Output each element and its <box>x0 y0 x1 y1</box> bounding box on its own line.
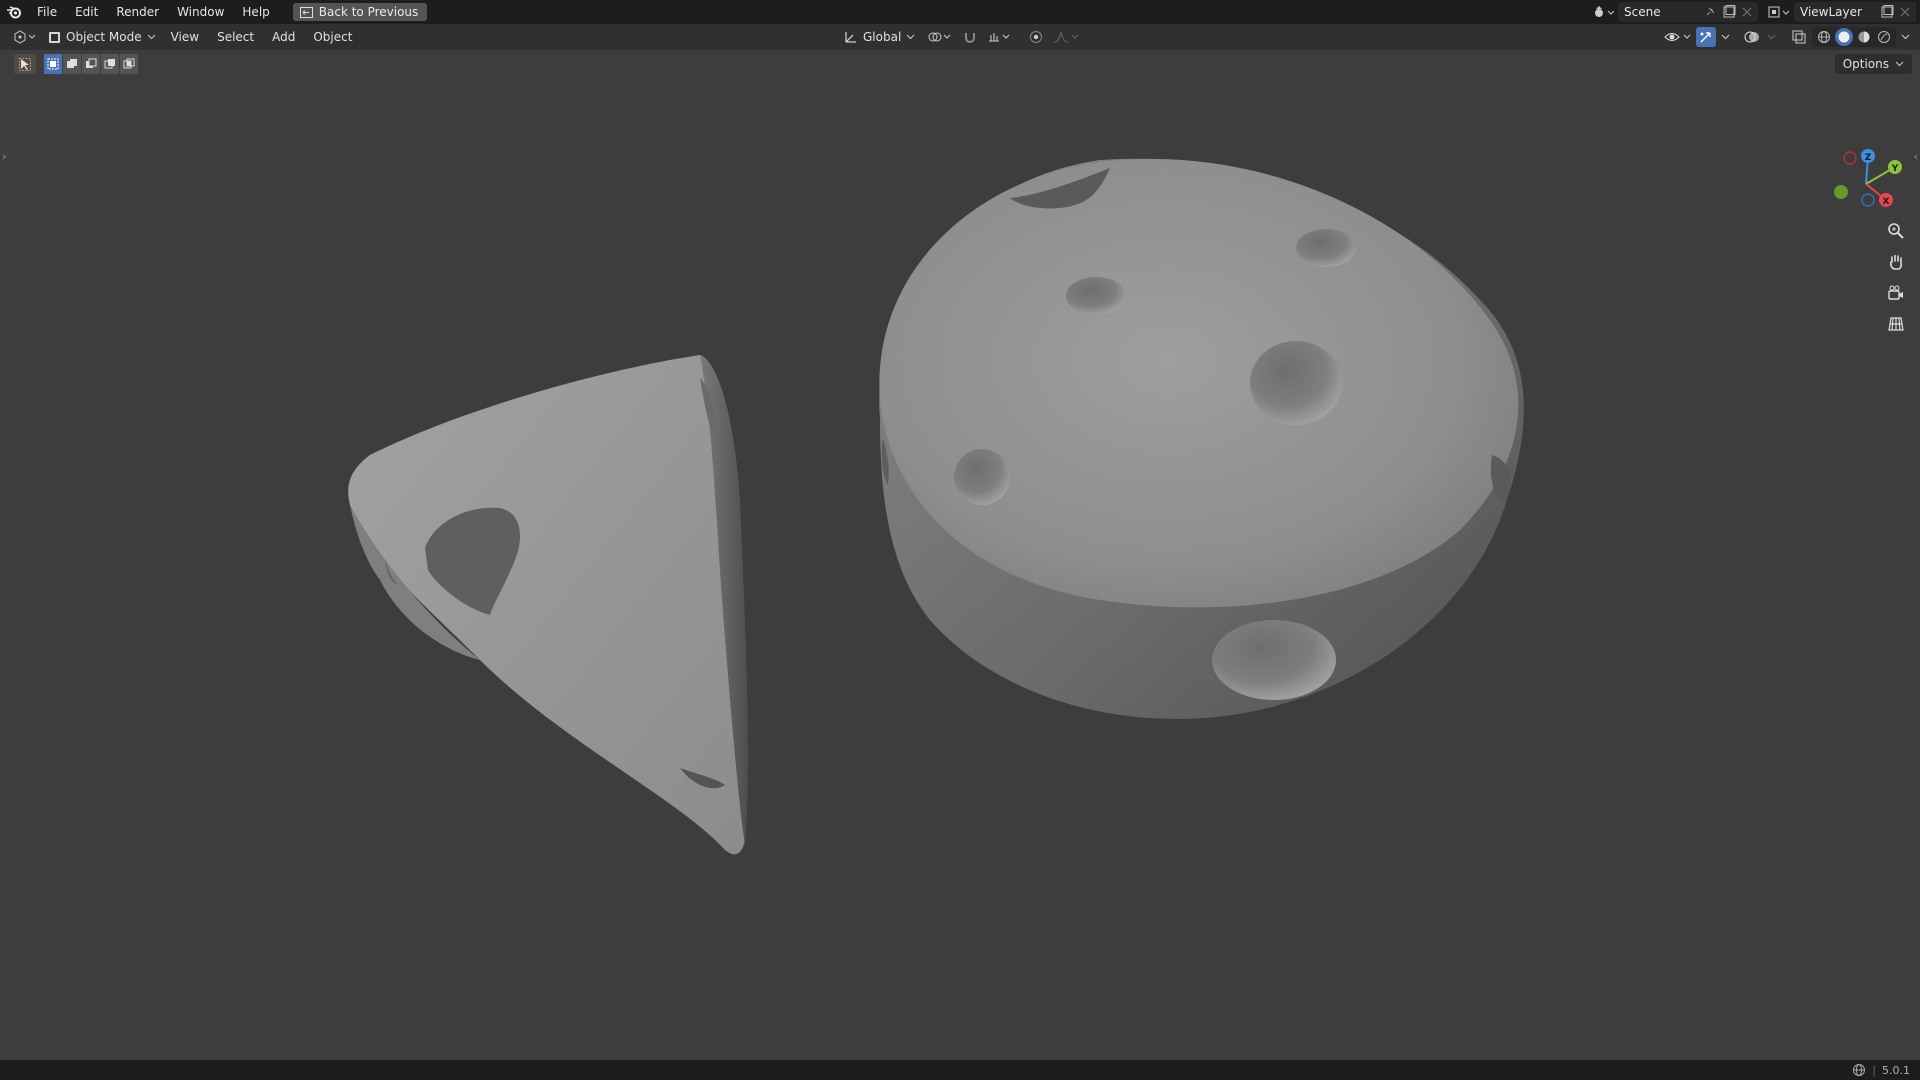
back-to-previous-button[interactable]: Back to Previous <box>292 3 428 21</box>
scene-selector[interactable]: Scene <box>1618 2 1758 22</box>
status-separator: | <box>1872 1063 1876 1077</box>
select-subtract-icon[interactable] <box>82 54 100 74</box>
chevron-down-icon <box>906 34 915 40</box>
select-intersect-icon[interactable] <box>120 54 138 74</box>
cheese-wheel-object[interactable] <box>879 158 1524 719</box>
shading-dropdown-icon[interactable] <box>1898 27 1912 47</box>
pivot-point-icon[interactable] <box>925 27 955 47</box>
navigation-gizmo[interactable]: Z Y X <box>1826 142 1906 222</box>
overlays-icon[interactable] <box>1742 27 1762 47</box>
menu-select[interactable]: Select <box>208 30 263 44</box>
back-button-label: Back to Previous <box>318 5 419 19</box>
delete-scene-icon[interactable] <box>1742 7 1752 17</box>
top-bar: File Edit Render Window Help Back to Pre… <box>0 0 1920 24</box>
xray-toggle-icon[interactable] <box>1788 27 1810 47</box>
options-label: Options <box>1842 57 1889 71</box>
delete-viewlayer-icon[interactable] <box>1900 7 1910 17</box>
falloff-curve-icon[interactable] <box>1051 27 1081 47</box>
gizmo-x-label: X <box>1883 197 1890 207</box>
snap-icon[interactable] <box>959 27 981 47</box>
rendered-shading-icon[interactable] <box>1875 28 1893 46</box>
orientation-label: Global <box>863 30 902 44</box>
snap-target-icon[interactable] <box>985 27 1015 47</box>
shading-mode-group <box>1812 27 1896 47</box>
sidebar-expand-icon[interactable]: ‹ <box>1914 150 1918 163</box>
viewport-header: Object Mode View Select Add Object Globa… <box>0 24 1920 50</box>
menu-window[interactable]: Window <box>168 0 233 24</box>
object-mode-label: Object Mode <box>66 30 142 44</box>
pan-hand-icon[interactable] <box>1882 249 1910 275</box>
gizmo-z-label: Z <box>1865 153 1872 163</box>
viewlayer-selector[interactable]: ViewLayer <box>1794 2 1916 22</box>
new-viewlayer-icon[interactable] <box>1880 5 1894 19</box>
menu-render[interactable]: Render <box>107 0 168 24</box>
viewport-canvas <box>348 158 1524 855</box>
select-invert-icon[interactable] <box>101 54 119 74</box>
menu-add[interactable]: Add <box>263 30 304 44</box>
cheese-wedge-object[interactable] <box>348 355 748 855</box>
status-bar: | 5.0.1 <box>0 1060 1920 1080</box>
zoom-icon[interactable] <box>1882 218 1910 244</box>
tool-settings-row: Options <box>0 50 1920 78</box>
wireframe-shading-icon[interactable] <box>1815 28 1833 46</box>
topbar-right: Scene ViewLayer <box>1588 0 1920 24</box>
gizmo-neg-y-icon[interactable] <box>1834 185 1848 199</box>
menu-view[interactable]: View <box>162 30 208 44</box>
object-mode-dropdown[interactable]: Object Mode <box>42 27 162 47</box>
network-globe-icon[interactable] <box>1852 1063 1866 1077</box>
proportional-editing-icon[interactable] <box>1025 27 1047 47</box>
pin-icon[interactable] <box>1704 6 1716 18</box>
new-scene-icon[interactable] <box>1722 5 1736 19</box>
viewlayer-name: ViewLayer <box>1800 5 1862 19</box>
overlays-dropdown-icon[interactable] <box>1764 27 1778 47</box>
object-mode-icon <box>49 31 60 43</box>
selection-mode-group <box>44 54 138 74</box>
version-text: 5.0.1 <box>1882 1063 1910 1077</box>
cursor-arrow-icon <box>19 57 31 71</box>
gizmo-neg-z-icon[interactable] <box>1861 193 1875 207</box>
viewlayer-browse-icon[interactable] <box>1764 2 1794 22</box>
scene-browse-icon[interactable] <box>1588 2 1618 22</box>
blender-logo-icon[interactable] <box>0 0 28 24</box>
select-extend-icon[interactable] <box>63 54 81 74</box>
visibility-icon[interactable] <box>1662 27 1694 47</box>
camera-view-icon[interactable] <box>1882 280 1910 306</box>
chevron-down-icon <box>147 34 155 40</box>
gizmo-dropdown-icon[interactable] <box>1718 27 1732 47</box>
chevron-down-icon <box>1895 61 1904 67</box>
gizmo-toggle-icon[interactable] <box>1696 27 1716 47</box>
screen-back-icon <box>299 6 313 18</box>
toolbar-expand-icon[interactable]: › <box>2 150 6 163</box>
transform-tools: Global <box>838 24 1081 50</box>
solid-shading-icon[interactable] <box>1835 28 1853 46</box>
perspective-toggle-icon[interactable] <box>1882 311 1910 337</box>
gizmo-y-label: Y <box>1891 164 1899 174</box>
navigation-buttons <box>1882 218 1910 337</box>
transform-orientation-dropdown[interactable]: Global <box>838 27 921 47</box>
3d-viewport[interactable]: › ‹ Z Y X <box>0 50 1920 1060</box>
viewport-display-tools <box>1662 24 1912 50</box>
menu-file[interactable]: File <box>28 0 66 24</box>
select-new-icon[interactable] <box>44 54 62 74</box>
editor-type-icon[interactable] <box>8 27 42 47</box>
orientation-global-icon <box>845 32 856 43</box>
menu-edit[interactable]: Edit <box>66 0 107 24</box>
menu-object[interactable]: Object <box>304 30 361 44</box>
gizmo-neg-x-icon[interactable] <box>1843 151 1857 165</box>
options-dropdown[interactable]: Options <box>1834 54 1912 74</box>
scene-name: Scene <box>1624 5 1661 19</box>
menu-help[interactable]: Help <box>233 0 278 24</box>
material-preview-icon[interactable] <box>1855 28 1873 46</box>
select-tool-button[interactable] <box>14 54 36 74</box>
